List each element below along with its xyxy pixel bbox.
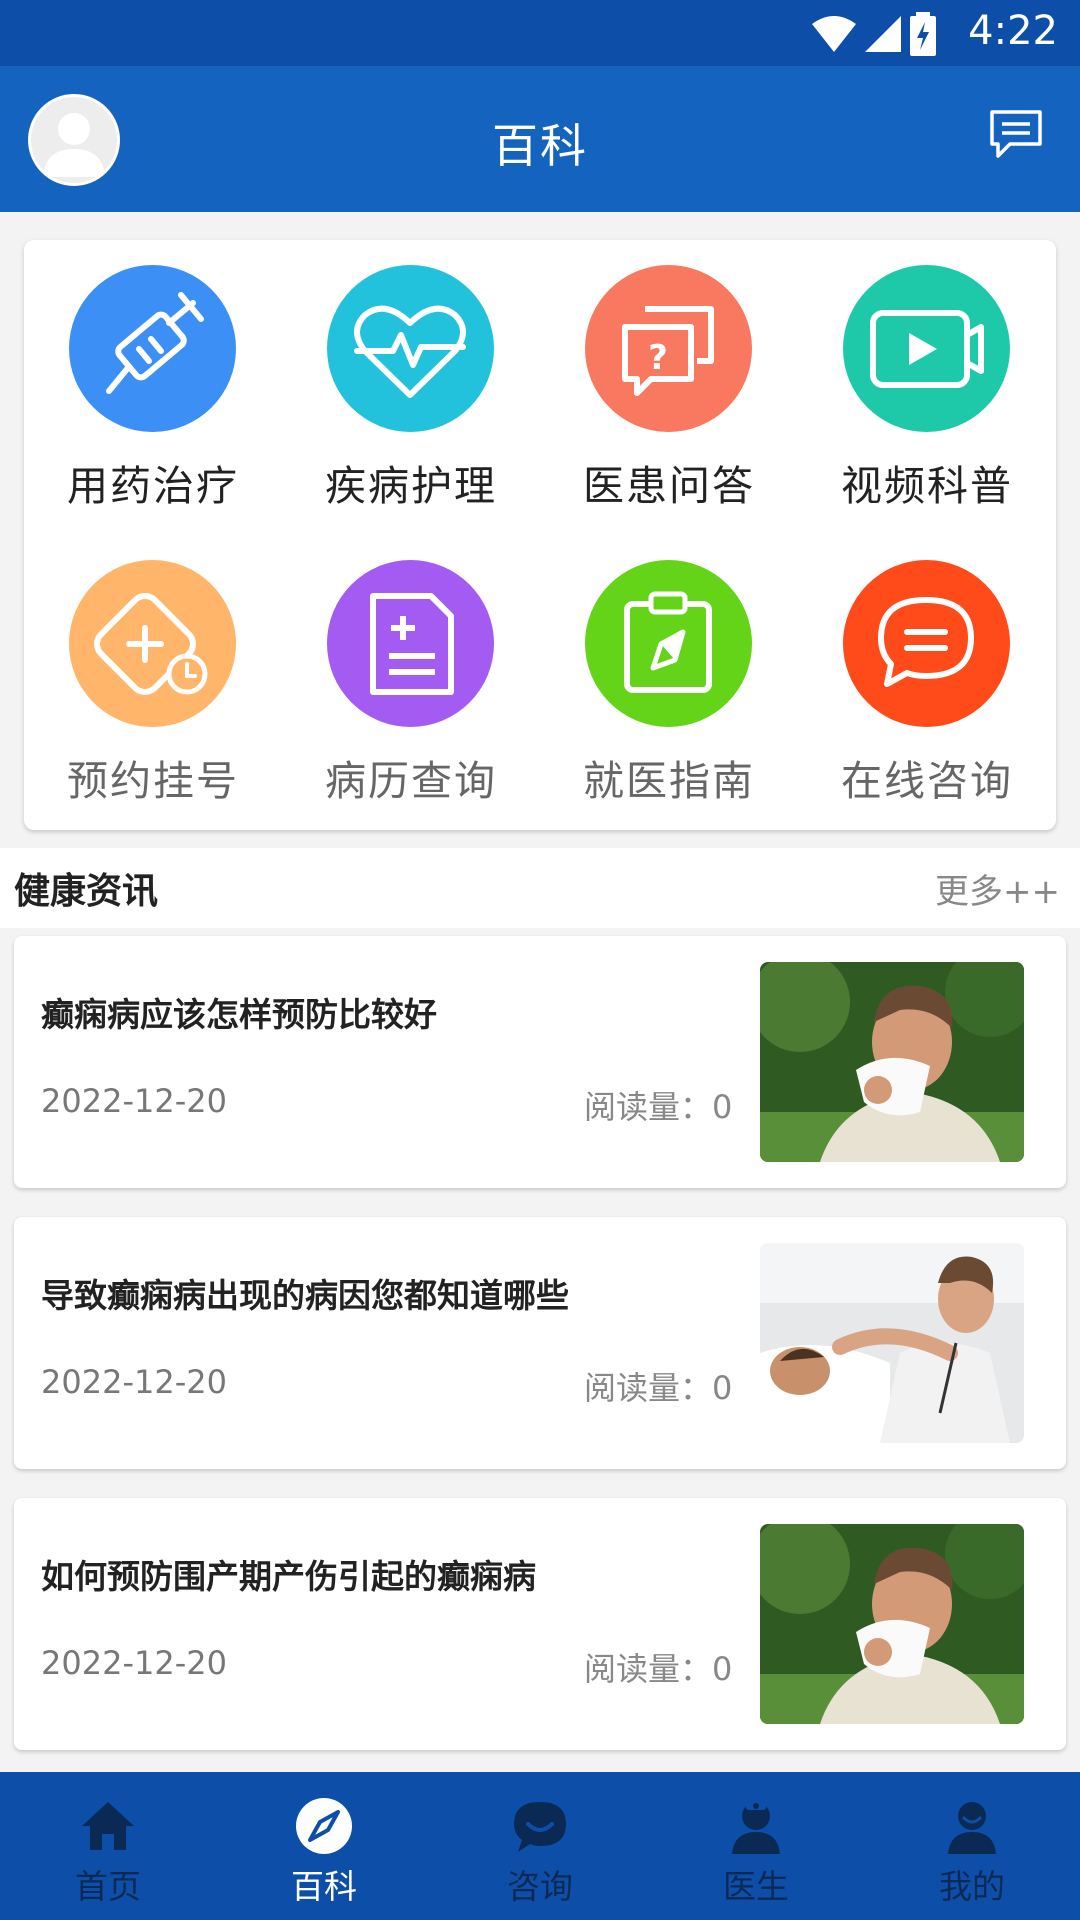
message-icon [990,110,1042,158]
menu-label: 用药治疗 [67,462,239,510]
article-thumbnail [760,1524,1024,1724]
nav-label: 我的 [939,1867,1005,1906]
question-chat-icon: ? [585,265,752,432]
video-icon [843,265,1010,432]
article-title: 癫痫病应该怎样预防比较好 [41,995,437,1034]
status-time: 4:22 [968,8,1058,54]
syringe-icon [69,265,236,432]
home-icon [82,1802,134,1850]
page-title: 百科 [492,119,588,173]
article-card[interactable]: 导致癫痫病出现的病因您都知道哪些 2022-12-20 阅读量：0 [14,1217,1066,1469]
wifi-icon [811,16,856,52]
menu-label: 病历查询 [325,757,497,805]
nav-label: 首页 [75,1867,141,1906]
menu-item-online-consult[interactable]: 在线咨询 [798,535,1056,830]
doctor-icon [732,1802,780,1854]
medical-record-icon [327,560,494,727]
menu-item-disease-care[interactable]: 疾病护理 [282,240,540,535]
article-read-count: 阅读量：0 [584,1088,733,1126]
nav-mine[interactable]: 我的 [864,1772,1080,1920]
menu-label: 在线咨询 [841,757,1013,805]
menu-item-medication[interactable]: 用药治疗 [24,240,282,535]
section-title: 健康资讯 [14,871,159,912]
article-thumbnail [760,962,1024,1162]
article-read-count: 阅读量：0 [584,1650,733,1688]
article-title: 如何预防围产期产伤引起的癫痫病 [41,1557,536,1596]
svg-text:?: ? [648,338,668,378]
appointment-icon [69,560,236,727]
status-bar: 4:22 [0,0,1080,66]
feature-menu: 用药治疗 疾病护理 ? 医患问答 视频科普 预约挂号 病历查询 就医指南 在线咨… [24,240,1056,830]
nav-label: 百科 [291,1867,357,1906]
article-card[interactable]: 如何预防围产期产伤引起的癫痫病 2022-12-20 阅读量：0 [14,1498,1066,1750]
nav-label: 医生 [723,1867,789,1906]
menu-item-video[interactable]: 视频科普 [798,240,1056,535]
news-section-header: 健康资讯 更多++ [0,848,1080,928]
article-date: 2022-12-20 [41,1363,227,1401]
nav-home[interactable]: 首页 [0,1772,216,1920]
nav-label: 咨询 [507,1867,573,1906]
more-link[interactable]: 更多++ [935,864,1060,913]
user-icon [948,1802,996,1854]
nav-consult[interactable]: 咨询 [432,1772,648,1920]
bottom-nav: 首页 百科 咨询 医生 我的 [0,1772,1080,1920]
article-read-count: 阅读量：0 [584,1369,733,1407]
menu-label: 就医指南 [583,757,755,805]
article-thumbnail [760,1243,1024,1443]
clipboard-compass-icon [585,560,752,727]
menu-label: 医患问答 [583,462,755,510]
menu-label: 预约挂号 [67,757,239,805]
article-title: 导致癫痫病出现的病因您都知道哪些 [41,1276,569,1315]
menu-item-records[interactable]: 病历查询 [282,535,540,830]
signal-icon [864,16,901,52]
message-button[interactable] [988,106,1044,162]
menu-label: 疾病护理 [325,462,497,510]
status-icons [810,12,938,56]
battery-icon [910,12,936,56]
nav-encyclopedia[interactable]: 百科 [216,1772,432,1920]
nav-doctor[interactable]: 医生 [648,1772,864,1920]
article-date: 2022-12-20 [41,1644,227,1682]
menu-label: 视频科普 [841,462,1013,510]
menu-item-qa[interactable]: ? 医患问答 [540,240,798,535]
menu-item-guide[interactable]: 就医指南 [540,535,798,830]
compass-icon [296,1798,352,1854]
app-bar: 百科 [0,66,1080,212]
chat-bubble-icon [514,1802,566,1852]
article-card[interactable]: 癫痫病应该怎样预防比较好 2022-12-20 阅读量：0 [14,936,1066,1188]
chat-icon [843,560,1010,727]
heartbeat-icon [327,265,494,432]
menu-item-appointment[interactable]: 预约挂号 [24,535,282,830]
article-date: 2022-12-20 [41,1082,227,1120]
